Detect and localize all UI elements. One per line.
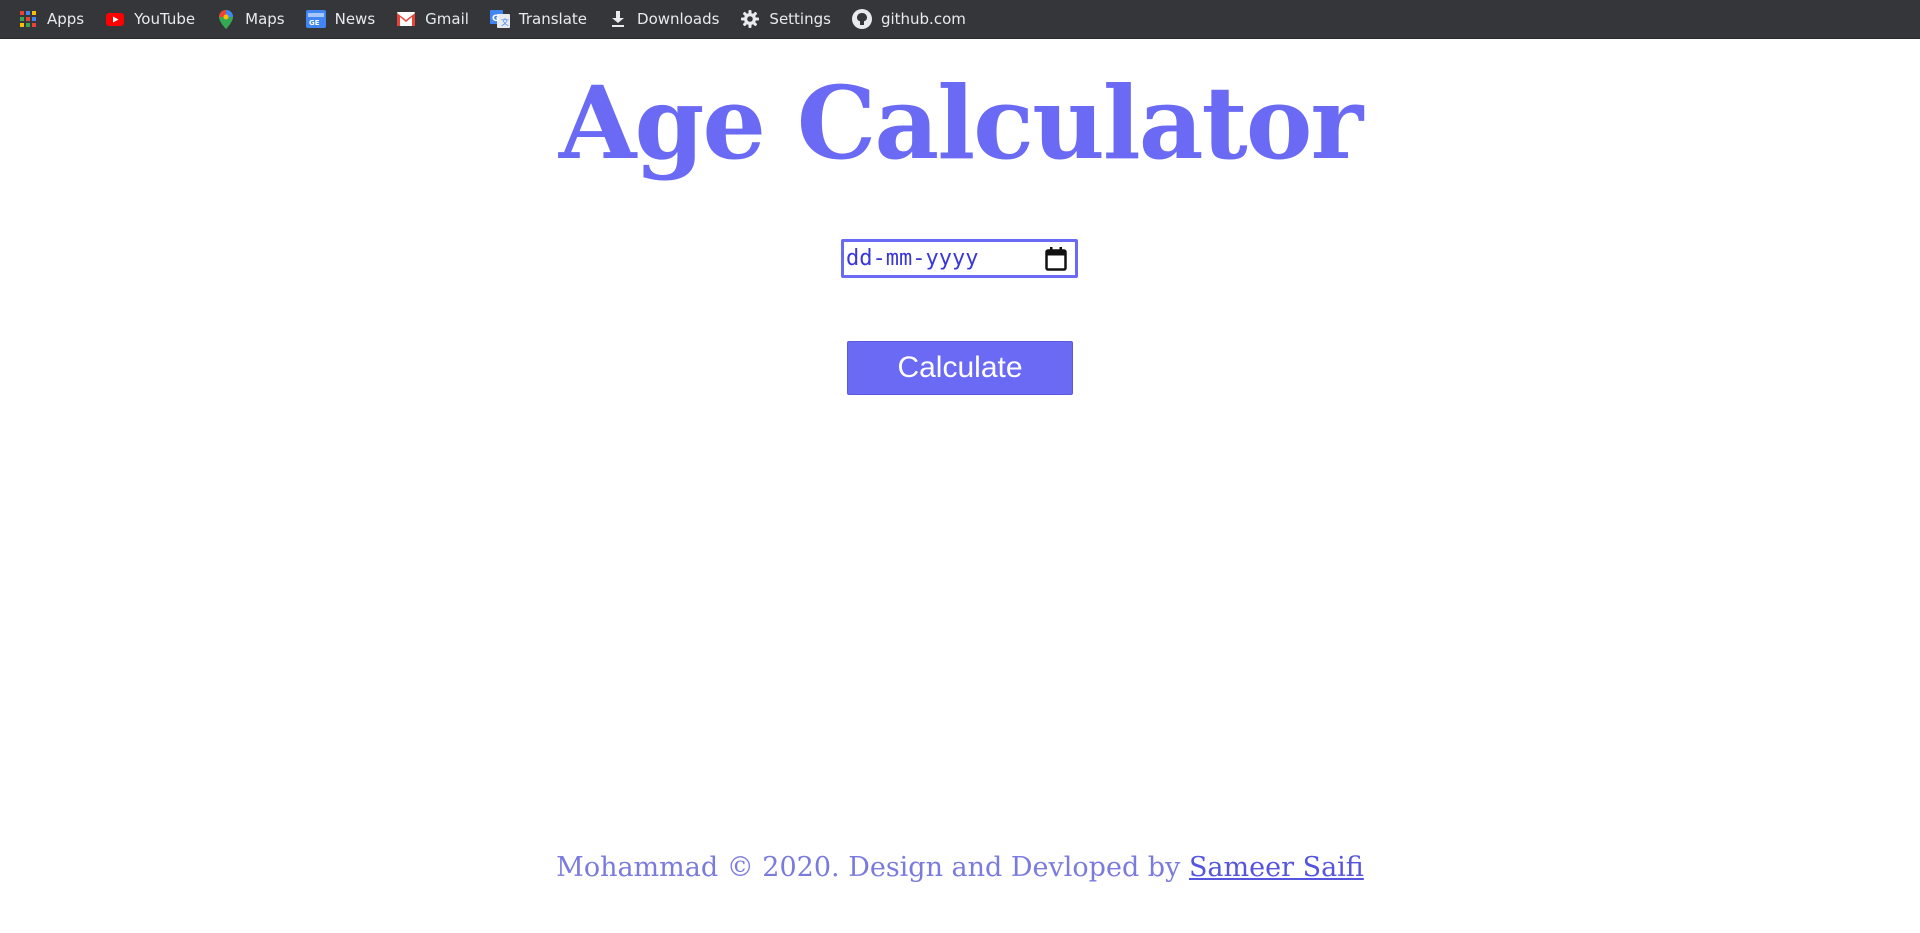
bookmark-news[interactable]: GE News [305,4,386,34]
bookmark-apps[interactable]: Apps [18,4,94,34]
svg-text:GE: GE [309,19,320,27]
birthdate-input[interactable]: dd-mm-yyyy [841,239,1078,278]
bookmark-label: Translate [518,10,588,28]
bookmark-maps[interactable]: Maps [216,4,294,34]
youtube-icon [105,9,125,29]
bookmark-downloads[interactable]: Downloads [608,4,729,34]
news-icon: GE [305,9,326,29]
bookmark-label: YouTube [134,10,196,28]
svg-text:文: 文 [501,17,509,27]
calculate-button[interactable]: Calculate [847,341,1073,395]
date-placeholder: dd-mm-yyyy [846,246,979,271]
bookmark-label: Maps [245,10,285,28]
bookmark-settings[interactable]: Settings [740,4,841,34]
bookmark-label: github.com [880,10,966,28]
footer: Mohammad © 2020. Design and Devloped by … [0,848,1920,888]
bookmark-label: News [334,10,376,28]
bookmark-youtube[interactable]: YouTube [105,4,205,34]
page-title: Age Calculator [558,64,1363,182]
bookmark-label: Apps [47,10,85,28]
github-icon [851,9,872,29]
download-icon [608,9,628,29]
bookmark-gmail[interactable]: Gmail [396,4,479,34]
calendar-icon[interactable] [1043,245,1069,273]
author-link[interactable]: Sameer Saifi [1189,852,1364,883]
bookmark-label: Downloads [637,10,720,28]
bookmark-label: Settings [769,10,831,28]
footer-text: Mohammad © 2020. Design and Devloped by [556,852,1189,883]
apps-grid-icon [18,9,38,29]
bookmark-label: Gmail [425,10,469,28]
bookmarks-bar: Apps YouTube Maps GE News Gmail G文 Trans… [0,0,1920,39]
bookmark-github[interactable]: github.com [851,4,976,34]
svg-text:G: G [492,14,499,24]
gmail-icon [396,9,416,29]
bookmark-translate[interactable]: G文 Translate [489,4,597,34]
translate-icon: G文 [489,9,510,29]
maps-pin-icon [216,9,236,29]
gear-icon [740,9,760,29]
